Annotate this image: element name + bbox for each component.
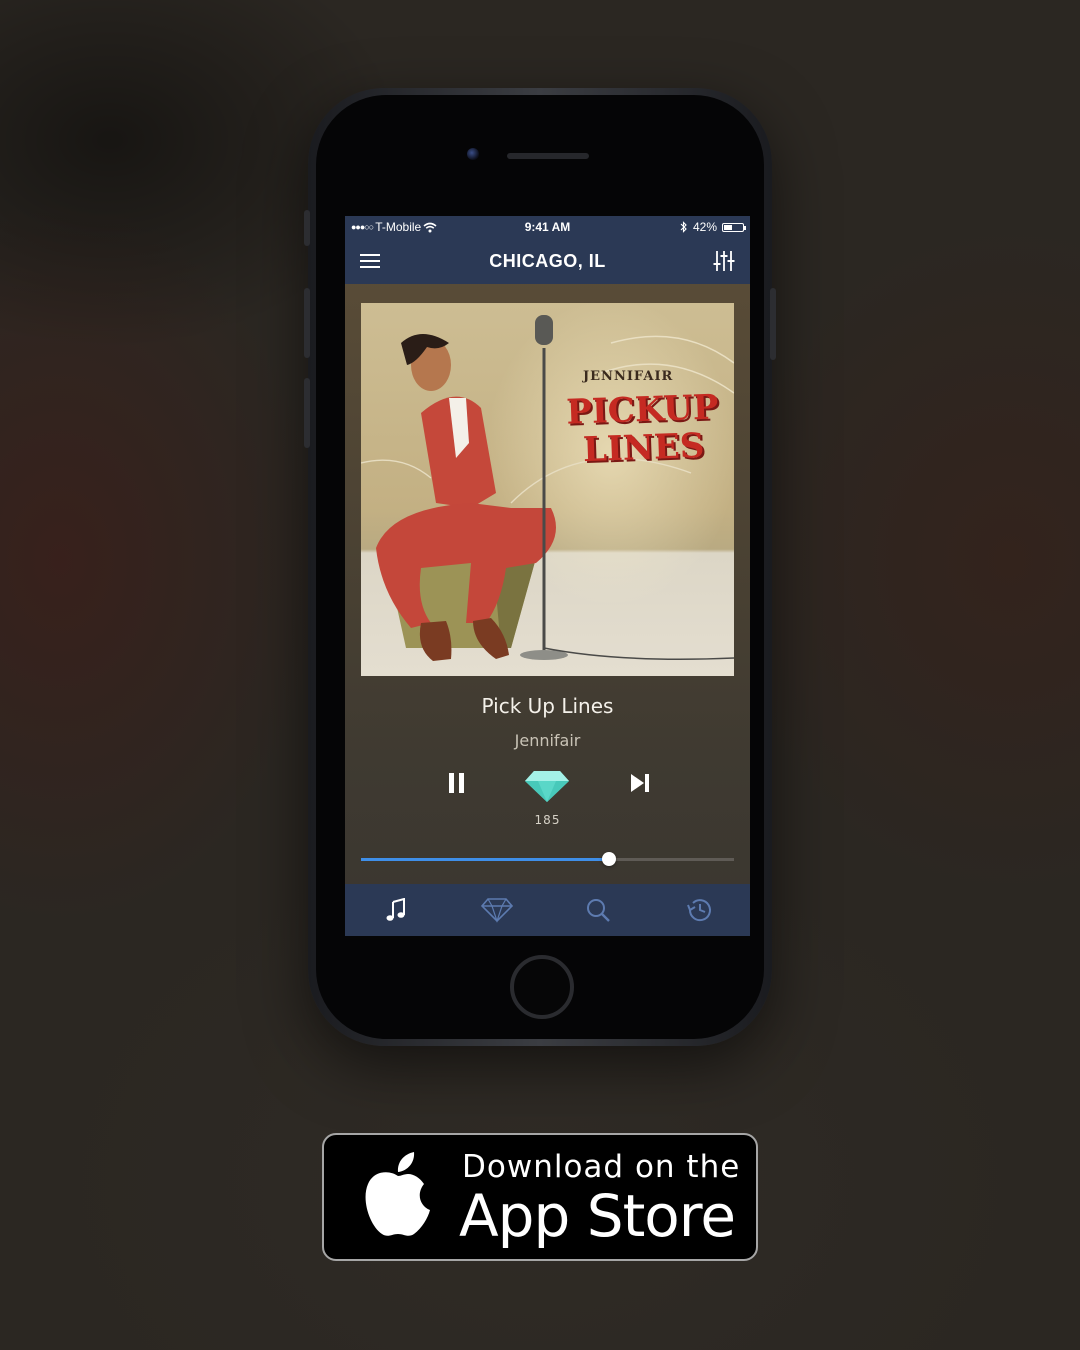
battery-percent: 42% [692,220,717,234]
tab-now-playing[interactable] [345,884,446,936]
track-title: Pick Up Lines [481,694,614,718]
earpiece-speaker [507,153,589,159]
equalizer-sliders-icon[interactable] [712,249,736,273]
mute-switch [304,210,310,246]
volume-down-button [304,378,310,448]
album-artwork: JENNIFAIR PICKUP LINES [361,303,734,676]
page-title: CHICAGO, IL [489,251,606,271]
apple-logo-icon [365,1152,430,1236]
power-button [770,288,776,360]
skip-next-button[interactable] [628,771,652,795]
album-title-text: PICKUP LINES [565,387,720,471]
diamond-icon [480,898,513,923]
tab-gems[interactable] [446,884,547,936]
music-note-icon [386,898,405,921]
volume-up-button [304,288,310,358]
album-artist-text: JENNIFAIR [583,369,674,384]
nav-bar: CHICAGO, IL [345,238,750,284]
battery-icon [722,222,746,232]
history-icon [687,899,712,922]
front-camera [467,148,479,160]
search-icon [587,899,610,922]
progress-fill [361,858,610,861]
tab-history[interactable] [649,884,750,936]
tab-search[interactable] [548,884,649,936]
track-artist: Jennifair [514,731,581,750]
bluetooth-icon [680,221,687,233]
gem-count: 185 [534,813,561,827]
pause-button[interactable] [445,770,469,796]
album-illustration [361,315,734,661]
status-bar: ●●●○○ T-Mobile 9:41 AM 42% [345,216,750,238]
badge-line1: Download on the [462,1149,741,1185]
app-screen: ●●●○○ T-Mobile 9:41 AM 42% CHICAGO, IL J… [345,216,750,936]
progress-slider[interactable] [361,852,734,866]
app-store-badge[interactable]: Download on the App Store [322,1133,758,1261]
phone-front: ●●●○○ T-Mobile 9:41 AM 42% CHICAGO, IL J… [316,95,764,1039]
gem-button[interactable] [524,769,570,803]
badge-line2: App Store [459,1182,736,1250]
tab-bar [345,884,750,936]
home-button[interactable] [510,955,574,1019]
progress-knob[interactable] [602,852,617,866]
phone-mockup: ●●●○○ T-Mobile 9:41 AM 42% CHICAGO, IL J… [304,88,776,1046]
